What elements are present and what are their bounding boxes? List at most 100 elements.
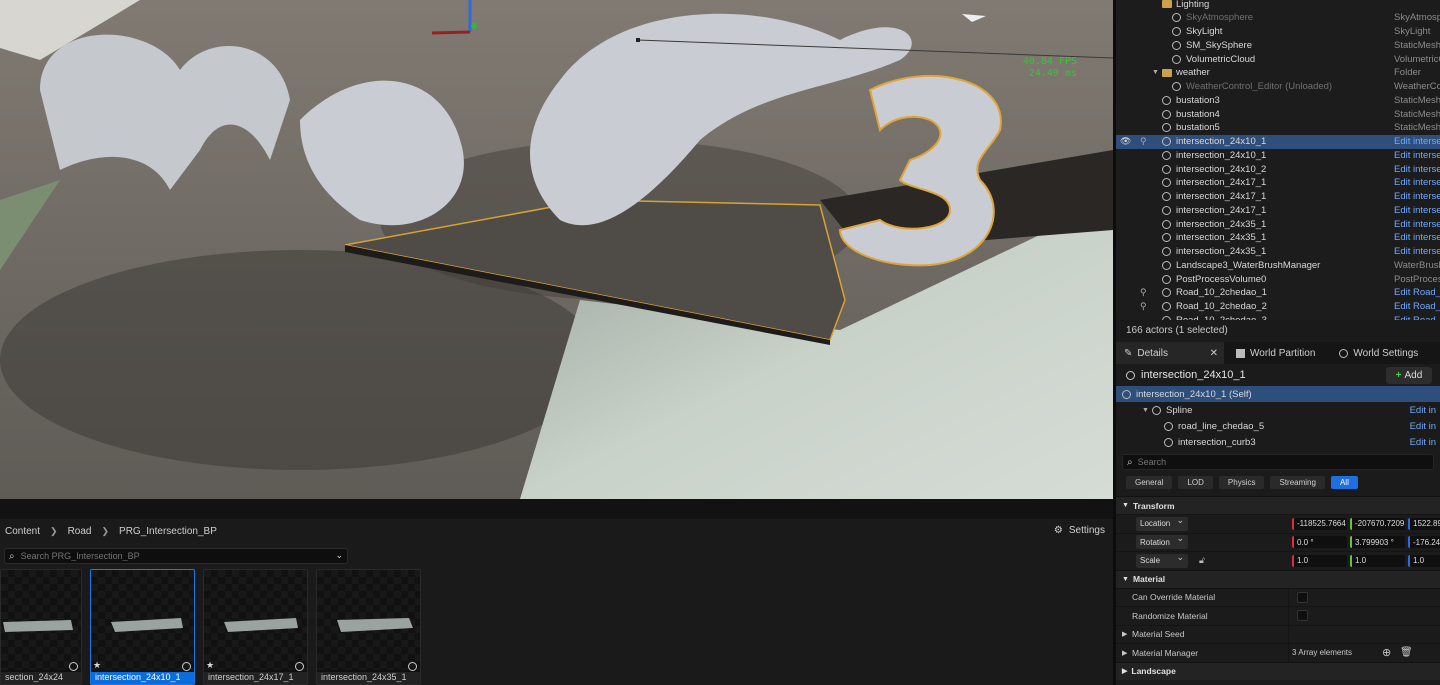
outliner-item-type: StaticMesh [1394,108,1440,120]
edit-blueprint-link[interactable]: Edit intersection [1394,150,1440,161]
chevron-down-icon[interactable]: ⌄ [335,550,343,561]
filter-button-all[interactable]: All [1330,476,1358,489]
component-row[interactable]: intersection_curb3 Edit in [1116,434,1440,450]
edit-blueprint-link[interactable]: Edit intersection [1394,246,1440,257]
edit-blueprint-link[interactable]: Edit intersection [1394,136,1440,147]
outliner-row[interactable]: Lighting [1116,0,1440,11]
breadcrumb-prg-intersection-bp[interactable]: PRG_Intersection_BP [115,526,221,537]
outliner-row[interactable]: Road_10_2chedao_3Edit Road_10 [1116,313,1440,320]
outliner-row[interactable]: ▼ weather Folder [1116,66,1440,80]
edit-blueprint-link[interactable]: Edit intersection [1394,232,1440,243]
rotation-x-field[interactable]: 0.0 ° [1292,536,1347,549]
trash-icon[interactable]: 🗑︎ [1400,647,1413,658]
content-search-input[interactable] [20,551,321,561]
outliner-row[interactable]: 👁︎ ⚲ intersection_24x10_1 Edit intersection [1116,134,1440,149]
edit-blueprint-link[interactable]: Edit intersection [1394,205,1440,216]
scale-x-field[interactable]: 1.0 [1292,554,1347,567]
asset-tile[interactable]: section_24x24 [0,569,82,685]
scale-dropdown[interactable]: Scale [1136,552,1188,568]
outliner-row[interactable]: bustation5 StaticMesh [1116,121,1440,135]
edit-blueprint-link[interactable]: Edit Road_10 [1394,287,1440,298]
edit-blueprint-link[interactable]: Edit intersection [1394,177,1440,188]
outliner-row[interactable]: bustation3 StaticMesh [1116,93,1440,107]
transform-section-header[interactable]: ▼ Transform [1116,496,1440,514]
outliner-row[interactable]: ⚲ Road_10_2chedao_1 Edit Road_10 [1116,286,1440,300]
component-row[interactable]: road_line_chedao_5 Edit in [1116,418,1440,434]
outliner-row[interactable]: ⚲ Road_10_2chedao_2 Edit Road_10 [1116,300,1440,314]
outliner-row[interactable]: PostProcessVolume0 PostProcessVolume [1116,272,1440,286]
breadcrumb-content[interactable]: Content [1,526,44,537]
add-element-icon[interactable]: ⊕ [1382,646,1391,659]
lock-icon[interactable]: 🔓︎ [1199,555,1205,566]
material-seed-row[interactable]: ▶ Material Seed [1116,624,1440,643]
tab-label: Details [1137,347,1168,359]
material-section-header[interactable]: ▼ Material [1116,569,1440,588]
outliner-row[interactable]: intersection_24x17_1 Edit intersection [1116,176,1440,190]
outliner-row[interactable]: VolumetricCloud VolumetricCloud [1116,52,1440,66]
component-row[interactable]: ▼ Spline Edit in [1116,402,1440,418]
landscape-section-header[interactable]: ▶ Landscape [1116,661,1440,680]
filter-button-streaming[interactable]: Streaming [1270,476,1325,489]
level-viewport[interactable]: 40.84 FPS 24.49 ms [0,0,1113,499]
expand-arrow-icon[interactable]: ▼ [1142,407,1149,414]
add-component-button[interactable]: + Add [1386,367,1432,384]
outliner-row[interactable]: SkyAtmosphere SkyAtmosphere [1116,11,1440,25]
asset-tile[interactable]: intersection_24x35_1 [316,569,421,685]
tab-details[interactable]: ✎ Details ✕ [1116,342,1224,364]
outliner-row[interactable]: intersection_24x35_1 Edit intersection [1116,231,1440,245]
edit-blueprint-link[interactable]: Edit intersection [1394,191,1440,202]
component-row[interactable]: intersection_24x10_1 (Self) [1116,386,1440,402]
location-dropdown[interactable]: Location [1136,515,1188,531]
outliner-row[interactable]: intersection_24x35_1 Edit intersection [1116,245,1440,259]
rotation-y-field[interactable]: 3.799903 ° [1350,536,1405,549]
outliner-row[interactable]: intersection_24x35_1 Edit intersection [1116,217,1440,231]
edit-in-blueprint-link[interactable]: Edit in [1410,437,1436,448]
close-icon[interactable]: ✕ [1210,348,1218,359]
component-name: intersection_curb3 [1178,436,1256,448]
scale-y-field[interactable]: 1.0 [1350,554,1405,567]
outliner-row[interactable]: SM_SkySphere StaticMesh [1116,38,1440,52]
pin-icon[interactable]: ⚲ [1140,301,1147,312]
rotation-z-field[interactable]: -176.24 [1408,536,1440,549]
edit-in-blueprint-link[interactable]: Edit in [1410,405,1436,416]
filter-button-general[interactable]: General [1126,476,1173,489]
outliner-item-type: VolumetricCloud [1394,53,1440,65]
pin-icon[interactable]: ⚲ [1140,136,1147,147]
breadcrumb-road[interactable]: Road [64,526,96,537]
edit-blueprint-link[interactable]: Edit intersection [1394,219,1440,230]
edit-in-blueprint-link[interactable]: Edit in [1410,421,1436,432]
can-override-material-checkbox[interactable] [1297,591,1308,603]
edit-blueprint-link[interactable]: Edit intersection [1394,164,1440,175]
asset-tile[interactable]: ★ intersection_24x10_1 [90,569,195,685]
outliner-row[interactable]: SkyLight SkyLight [1116,25,1440,39]
randomize-material-checkbox[interactable] [1297,610,1308,622]
outliner-row[interactable]: intersection_24x17_1 Edit intersection [1116,190,1440,204]
location-x-field[interactable]: -118525.7664 [1292,517,1347,530]
outliner-row[interactable]: intersection_24x10_1 Edit intersection [1116,148,1440,162]
location-y-field[interactable]: -207670.7209 [1350,517,1405,530]
component-name: road_line_chedao_5 [1178,420,1265,432]
tab-world-partition[interactable]: World Partition [1228,342,1323,364]
outliner-row[interactable]: WeatherControl_Editor (Unloaded) WeatherC… [1116,80,1440,94]
pin-icon[interactable]: ⚲ [1140,287,1147,298]
section-label: Transform [1132,500,1175,511]
location-z-field[interactable]: 1522.89 [1408,517,1440,530]
content-browser-settings-button[interactable]: ⚙ Settings [1054,525,1105,536]
filter-button-lod[interactable]: LOD [1178,476,1213,489]
outliner-row[interactable]: intersection_24x10_2 Edit intersection [1116,162,1440,176]
tab-world-settings[interactable]: World Settings [1331,342,1426,364]
material-manager-row[interactable]: ▶ Material Manager 3 Array elements ⊕ 🗑︎ [1116,643,1440,662]
world-icon [182,662,191,671]
rotation-dropdown[interactable]: Rotation [1136,533,1188,550]
expand-arrow-icon[interactable]: ▼ [1152,69,1159,76]
asset-tile[interactable]: ★ intersection_24x17_1 [203,569,308,685]
scale-z-field[interactable]: 1.0 [1408,554,1440,567]
visibility-eye-icon[interactable]: 👁︎ [1120,136,1131,147]
outliner-item-type: SkyLight [1394,26,1431,37]
filter-button-physics[interactable]: Physics [1218,476,1265,489]
edit-blueprint-link[interactable]: Edit Road_10 [1394,301,1440,312]
outliner-row[interactable]: bustation4 StaticMesh [1116,107,1440,121]
outliner-row[interactable]: intersection_24x17_1 Edit intersection [1116,203,1440,217]
details-search-input[interactable] [1137,457,1388,467]
outliner-row[interactable]: Landscape3_WaterBrushManager WaterBrushMa… [1116,258,1440,272]
